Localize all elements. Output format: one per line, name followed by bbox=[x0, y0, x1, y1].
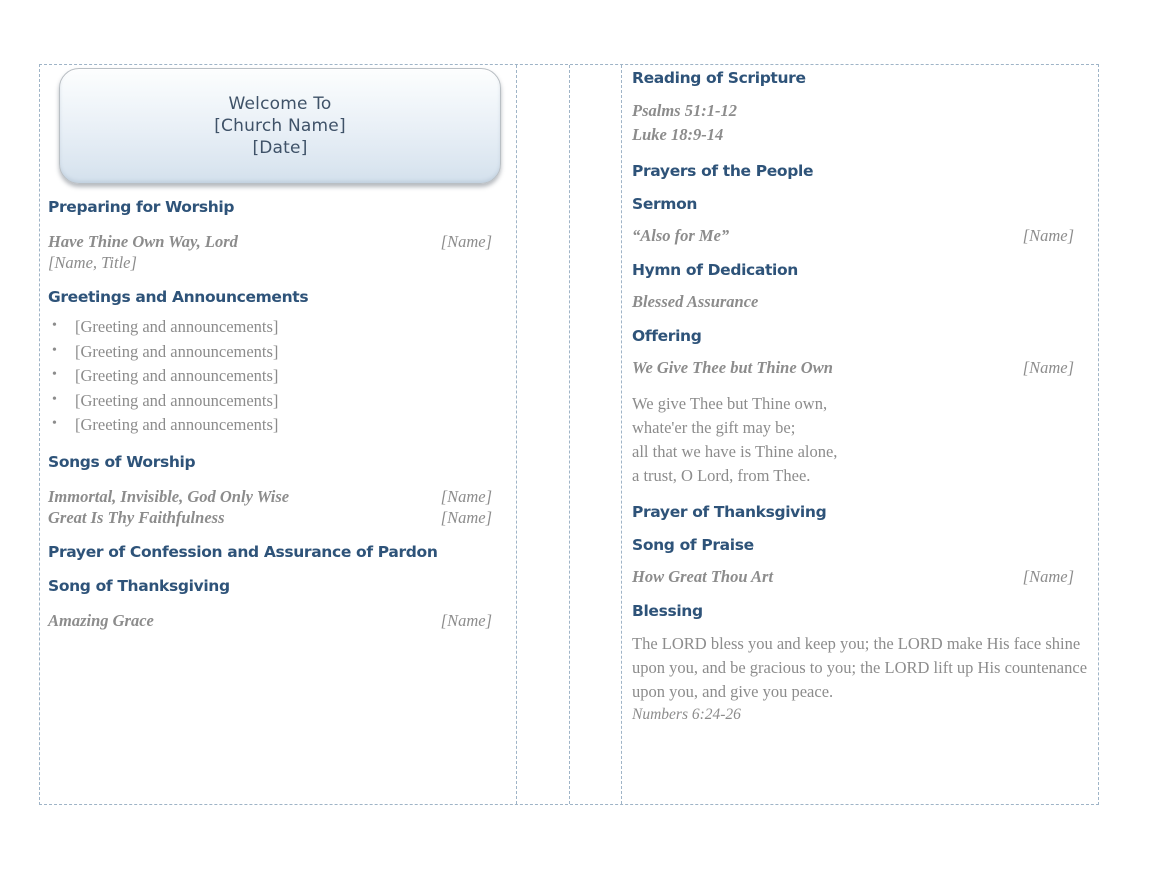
entry-title: Amazing Grace bbox=[48, 610, 154, 630]
welcome-line-date: [Date] bbox=[252, 138, 308, 158]
verse-line: We give Thee but Thine own, bbox=[632, 394, 828, 413]
entry-performer-name: [Name] bbox=[440, 486, 492, 506]
entry-title: Great Is Thy Faithfulness bbox=[48, 507, 225, 527]
list-item: [Greeting and announcements] bbox=[48, 388, 508, 414]
heading-prayer-of-thanksgiving: Prayer of Thanksgiving bbox=[632, 503, 827, 521]
entry-great-is-thy-faithfulness: Great Is Thy Faithfulness [Name] bbox=[48, 507, 508, 528]
gutter-column-2 bbox=[569, 65, 621, 804]
announcements-list: [Greeting and announcements] [Greeting a… bbox=[48, 314, 508, 438]
list-item: [Greeting and announcements] bbox=[48, 314, 508, 340]
entry-title: Immortal, Invisible, God Only Wise bbox=[48, 486, 290, 506]
heading-hymn-of-dedication: Hymn of Dedication bbox=[632, 261, 798, 279]
entry-amazing-grace: Amazing Grace [Name] bbox=[48, 610, 508, 631]
entry-performer-name: [Name] bbox=[440, 232, 492, 251]
heading-greetings-and-announcements: Greetings and Announcements bbox=[48, 288, 309, 306]
heading-reading-of-scripture: Reading of Scripture bbox=[632, 69, 806, 87]
entry-title: Have Thine Own Way, Lord bbox=[48, 232, 238, 251]
verse-line: a trust, O Lord, from Thee. bbox=[632, 466, 811, 485]
scripture-reference: Luke 18:9-14 bbox=[632, 125, 724, 144]
heading-songs-of-worship: Songs of Worship bbox=[48, 452, 196, 471]
entry-how-great-thou-art: How Great Thou Art [Name] bbox=[632, 566, 1090, 587]
entry-performer-name: [Name] bbox=[1022, 567, 1074, 586]
entry-title: “Also for Me” bbox=[632, 226, 730, 245]
entry-performer-name: [Name] bbox=[440, 610, 492, 630]
list-item: [Greeting and announcements] bbox=[48, 363, 508, 389]
heading-prayers-of-the-people: Prayers of the People bbox=[632, 162, 814, 180]
entry-we-give-thee-but-thine-own: We Give Thee but Thine Own [Name] bbox=[632, 357, 1090, 378]
entry-immortal-invisible: Immortal, Invisible, God Only Wise [Name… bbox=[48, 486, 508, 507]
list-item: [Greeting and announcements] bbox=[48, 339, 508, 365]
left-content-column: Welcome To [Church Name] [Date] Preparin… bbox=[40, 65, 516, 804]
welcome-line-church-name: [Church Name] bbox=[214, 116, 346, 136]
heading-blessing: Blessing bbox=[632, 602, 703, 620]
entry-sermon-title: “Also for Me” [Name] bbox=[632, 225, 1090, 246]
entry-have-thine-own-way: Have Thine Own Way, Lord [Name] bbox=[48, 231, 508, 252]
entry-performer-name: [Name] bbox=[440, 507, 492, 527]
bulletin-page: Welcome To [Church Name] [Date] Preparin… bbox=[0, 0, 1153, 874]
entry-performer-name: [Name] bbox=[1022, 226, 1074, 245]
welcome-banner: Welcome To [Church Name] [Date] bbox=[59, 68, 501, 184]
verse-line: whate'er the gift may be; bbox=[632, 418, 796, 437]
entry-performer-name: [Name] bbox=[1022, 358, 1074, 377]
verse-line: all that we have is Thine alone, bbox=[632, 442, 838, 461]
scripture-reference: Psalms 51:1-12 bbox=[632, 101, 737, 120]
right-content-column: Reading of Scripture Psalms 51:1-12 Luke… bbox=[621, 65, 1098, 804]
heading-sermon: Sermon bbox=[632, 195, 698, 213]
entry-title: How Great Thou Art bbox=[632, 567, 774, 586]
heading-preparing-for-worship: Preparing for Worship bbox=[48, 198, 235, 216]
bulletin-table: Welcome To [Church Name] [Date] Preparin… bbox=[39, 64, 1099, 805]
entry-title: Blessed Assurance bbox=[632, 292, 759, 311]
entry-title: We Give Thee but Thine Own bbox=[632, 358, 833, 377]
entry-blessed-assurance: Blessed Assurance bbox=[632, 291, 1090, 312]
welcome-line-1: Welcome To bbox=[228, 94, 332, 114]
heading-song-of-praise: Song of Praise bbox=[632, 536, 754, 554]
gutter-column-1 bbox=[516, 65, 569, 804]
heading-prayer-of-confession: Prayer of Confession and Assurance of Pa… bbox=[48, 542, 438, 561]
heading-offering: Offering bbox=[632, 327, 702, 345]
blessing-reference: Numbers 6:24-26 bbox=[632, 706, 741, 723]
heading-song-of-thanksgiving: Song of Thanksgiving bbox=[48, 576, 230, 595]
blessing-text: The LORD bless you and keep you; the LOR… bbox=[632, 634, 1088, 701]
list-item: [Greeting and announcements] bbox=[48, 412, 508, 438]
byline-name-title: [Name, Title] bbox=[48, 253, 137, 272]
